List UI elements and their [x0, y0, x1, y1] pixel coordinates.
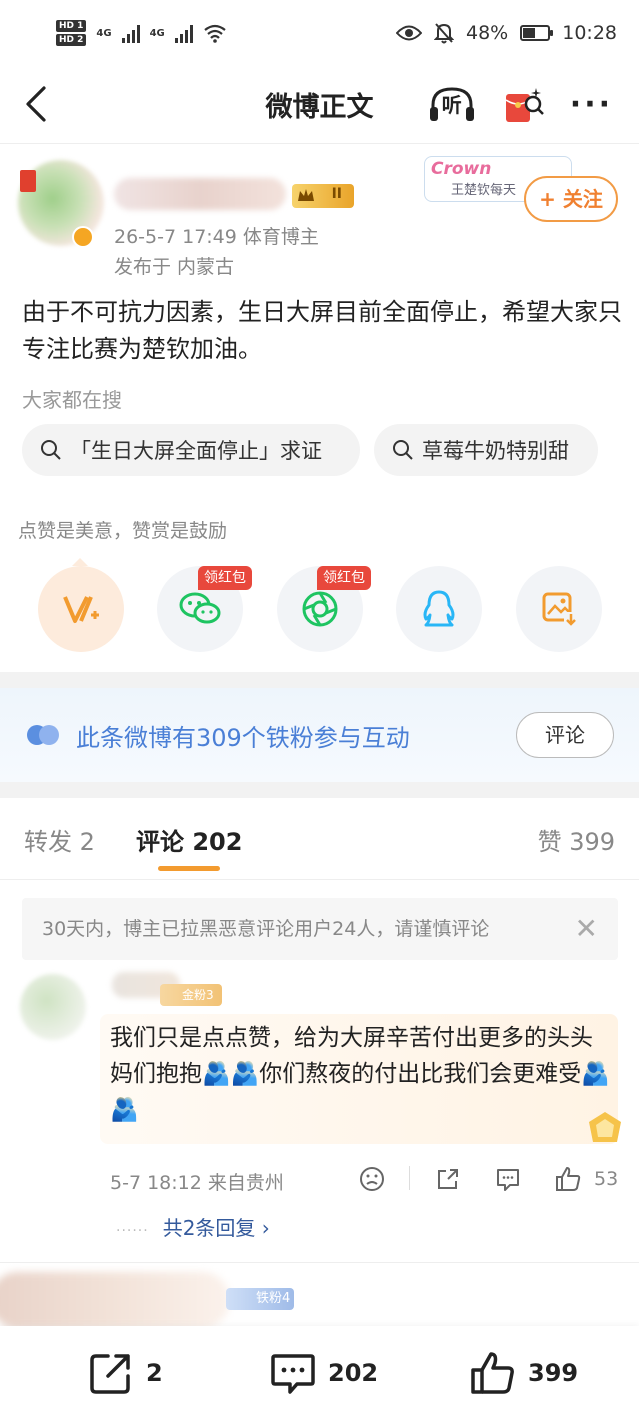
search-icon — [393, 440, 413, 460]
tab-comment[interactable]: 评论 202 — [136, 822, 242, 857]
status-bar-right: 48% 10:28 — [396, 22, 617, 44]
qq-penguin-icon — [423, 590, 455, 627]
red-packet-search-button[interactable] — [502, 84, 544, 126]
fans-interaction-banner: 此条微博有309个铁粉参与互动 评论 — [0, 688, 639, 782]
flag-icon — [20, 170, 36, 192]
wechat-icon — [179, 592, 221, 624]
comment-text: 我们只是点点赞，给为大屏辛苦付出更多的头头妈们抱抱🫂🫂你们熬夜的付出比我们会更难… — [110, 1025, 610, 1123]
reward-v-icon — [63, 596, 99, 623]
red-packet-icon — [505, 88, 544, 122]
signal-icon — [121, 23, 140, 43]
bottom-repost-button[interactable]: 2 — [88, 1350, 163, 1396]
replies-label: 共2条回复 › — [162, 1216, 270, 1240]
section-divider — [0, 672, 639, 688]
back-arrow-icon[interactable] — [22, 84, 52, 124]
post-meta: 26-5-7 17:49 体育博主 — [114, 226, 319, 248]
bottom-comment-button[interactable]: 202 — [270, 1350, 378, 1396]
sticker-subtitle: 王楚钦每天 — [451, 183, 517, 198]
moderation-notice: 30天内，博主已拉黑恶意评论用户24人，请谨慎评论 ✕ — [22, 898, 618, 960]
comment-time: 5-7 18:12 来自贵州 — [110, 1172, 284, 1194]
like-icon — [471, 1352, 514, 1394]
nav-bar: 微博正文 听 ··· — [0, 66, 639, 144]
search-chip[interactable]: 「生日大屏全面停止」求证 — [22, 424, 360, 476]
save-image-icon — [542, 592, 578, 628]
comment-like-count: 53 — [594, 1168, 619, 1190]
medal-icon — [589, 1112, 621, 1142]
banner-comment-button[interactable]: 评论 — [516, 712, 614, 758]
notice-text: 30天内，博主已拉黑恶意评论用户24人，请谨慎评论 — [42, 918, 490, 940]
share-qq-button[interactable] — [396, 566, 482, 652]
like-thumb-icon[interactable] — [554, 1162, 582, 1196]
search-chip[interactable]: 草莓牛奶特别甜 — [374, 424, 598, 476]
sim-indicators: HD 1 HD 2 — [56, 20, 87, 46]
reply-dots: ······ — [116, 1223, 149, 1239]
comment-separator — [0, 1262, 639, 1263]
author-name-redacted[interactable] — [114, 178, 286, 210]
status-bar: HD 1 HD 2 4G 4G 48% 10:28 — [0, 0, 639, 66]
bottom-like-count: 399 — [528, 1359, 579, 1387]
network1-label: 4G — [96, 27, 112, 39]
action-divider — [409, 1166, 410, 1190]
verified-badge-icon — [72, 226, 94, 248]
follow-button[interactable]: + 关注 — [524, 176, 618, 222]
reply-icon[interactable] — [494, 1162, 522, 1196]
fan-badge: 金粉3 — [160, 984, 222, 1006]
bottom-action-bar: 2 202 399 — [0, 1326, 639, 1421]
tab-repost[interactable]: 转发 2 — [24, 822, 95, 857]
post-location: 发布于 内蒙古 — [114, 256, 235, 278]
comment-icon — [271, 1354, 315, 1394]
signal-icon — [174, 23, 193, 43]
search-chip-label: 草莓牛奶特别甜 — [422, 439, 569, 463]
camera-aperture-icon — [302, 591, 338, 627]
page-title: 微博正文 — [265, 92, 374, 123]
tip-pointer — [72, 558, 88, 566]
level-label: II — [331, 186, 342, 202]
dislike-face-icon[interactable] — [358, 1162, 386, 1196]
interaction-tabs: 转发 2 评论 202 赞 399 — [0, 800, 639, 880]
listen-button[interactable]: 听 — [428, 85, 476, 125]
bottom-comment-count: 202 — [328, 1359, 379, 1387]
battery-fill — [523, 28, 535, 38]
fans-text: 此条微博有309个铁粉参与互动 — [76, 724, 410, 752]
view-replies-link[interactable]: ······ 共2条回复 › — [116, 1212, 270, 1241]
tab-like[interactable]: 赞 399 — [538, 822, 615, 857]
status-bar-left: HD 1 HD 2 4G 4G — [56, 20, 227, 46]
bottom-like-button[interactable]: 399 — [470, 1350, 578, 1396]
level-badge: II — [292, 184, 354, 208]
fan-badge: 铁粉4 — [226, 1288, 294, 1310]
more-options-icon[interactable]: ··· — [570, 85, 613, 125]
battery-percent: 48% — [466, 22, 509, 44]
repost-icon — [90, 1354, 130, 1394]
fans-icon — [27, 725, 59, 745]
mute-bell-icon — [434, 23, 454, 44]
reward-button[interactable] — [38, 566, 124, 652]
wifi-icon — [204, 24, 226, 43]
sim1-label: HD 1 — [56, 20, 87, 32]
red-packet-tag: 领红包 — [317, 566, 371, 590]
save-image-button[interactable] — [516, 566, 602, 652]
sim2-label: HD 2 — [56, 34, 87, 46]
trending-search-label: 大家都在搜 — [22, 388, 122, 412]
share-icon[interactable] — [434, 1162, 462, 1196]
bottom-repost-count: 2 — [146, 1359, 163, 1387]
close-icon[interactable]: ✕ — [575, 898, 598, 960]
reward-tip: 点赞是美意，赞赏是鼓励 — [18, 520, 228, 542]
commenter-avatar[interactable] — [20, 974, 86, 1040]
section-divider — [0, 782, 639, 798]
network2-label: 4G — [149, 27, 165, 39]
battery-icon — [520, 25, 554, 41]
eye-icon — [396, 25, 422, 41]
crown-level-icon — [298, 189, 314, 201]
active-tab-indicator — [158, 866, 220, 871]
nav-actions: 听 ··· — [428, 84, 613, 126]
listen-label: 听 — [441, 93, 462, 117]
search-chip-label: 「生日大屏全面停止」求证 — [70, 439, 322, 463]
sticker-word: Crown — [431, 159, 492, 179]
next-commenter-redacted[interactable] — [0, 1272, 230, 1328]
search-icon — [41, 440, 61, 460]
red-packet-tag: 领红包 — [198, 566, 252, 590]
clock: 10:28 — [562, 22, 617, 44]
post-body: 由于不可抗力因素，生日大屏目前全面停止，希望大家只专注比赛为楚钦加油。 — [22, 298, 622, 363]
